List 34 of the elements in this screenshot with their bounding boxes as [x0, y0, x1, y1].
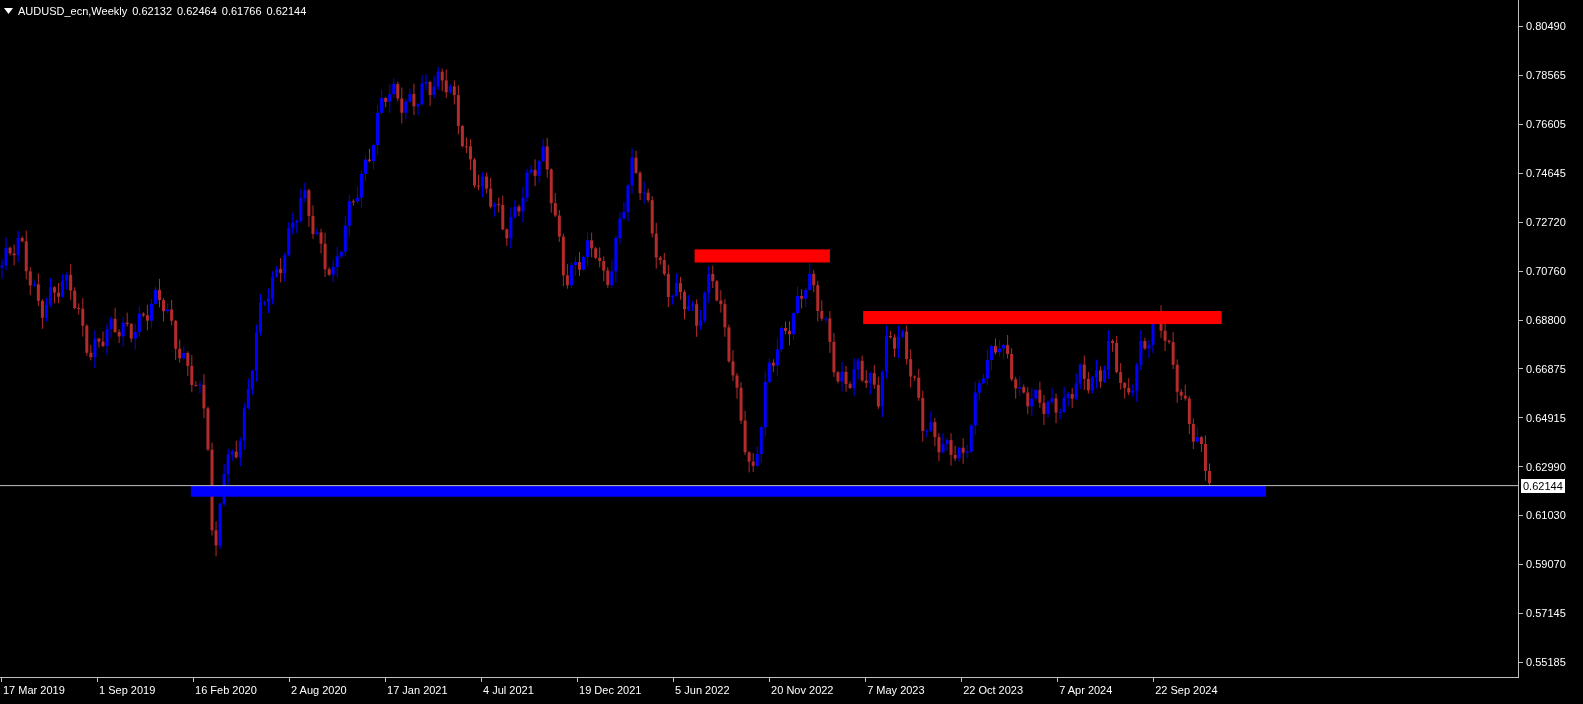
current-price-label: 0.62144 [1521, 478, 1565, 493]
date-tick: 7 May 2023 [867, 683, 925, 698]
ohlc-price: 0.61766 [221, 4, 262, 19]
price-tick: 0.57145 [1526, 606, 1566, 622]
date-tick: 5 Jun 2022 [675, 683, 730, 698]
price-tick: 0.76605 [1526, 117, 1566, 133]
price-tick: 0.74645 [1526, 166, 1566, 181]
date-tick: 16 Feb 2020 [195, 683, 257, 698]
price-tick: 0.59070 [1526, 557, 1566, 573]
price-tick: 0.78565 [1526, 68, 1566, 84]
date-tick: 7 Apr 2024 [1059, 683, 1113, 698]
dropdown-triangle-icon[interactable] [4, 8, 13, 15]
price-tick: 0.61030 [1526, 508, 1566, 524]
price-tick: 0.72720 [1526, 214, 1566, 230]
price-tick: 0.62990 [1526, 459, 1566, 475]
price-tick: 0.80490 [1526, 19, 1566, 35]
date-tick: 2 Aug 2020 [291, 683, 347, 698]
date-tick: 1 Sep 2019 [99, 683, 156, 698]
date-tick: 4 Jul 2021 [483, 683, 534, 698]
price-tick: 0.68800 [1526, 312, 1566, 328]
date-tick: 22 Sep 2024 [1155, 683, 1218, 698]
chart-symbol: AUDUSD_ecn,Weekly [18, 4, 128, 19]
ohlc-price: 0.62464 [177, 4, 217, 19]
price-tick: 0.70760 [1526, 263, 1566, 279]
date-tick: 17 Mar 2019 [3, 683, 65, 698]
date-tick: 22 Oct 2023 [963, 683, 1024, 698]
date-tick: 17 Jan 2021 [387, 683, 448, 698]
price-tick: 0.55185 [1526, 655, 1566, 671]
price-tick: 0.64915 [1526, 410, 1566, 426]
ohlc-price: 0.62144 [266, 4, 307, 19]
ohlc-price: 0.62132 [132, 4, 172, 19]
date-tick: 20 Nov 2022 [771, 683, 834, 698]
date-tick: 19 Dec 2021 [579, 683, 642, 698]
price-tick: 0.66875 [1526, 361, 1566, 377]
